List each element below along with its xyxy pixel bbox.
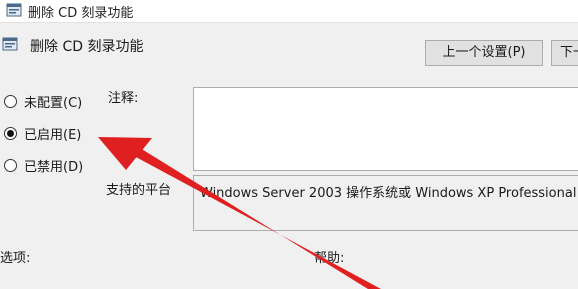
supported-on-value: Windows Server 2003 操作系统或 Windows XP Pro… xyxy=(200,186,577,201)
supported-on-field: Windows Server 2003 操作系统或 Windows XP Pro… xyxy=(193,175,578,231)
policy-setting-icon xyxy=(6,3,22,17)
supported-on-label: 支持的平台 xyxy=(106,183,172,198)
radio-circle-checked[interactable] xyxy=(4,127,17,140)
radio-label: 已禁用(D) xyxy=(24,160,84,175)
radio-circle[interactable] xyxy=(4,95,17,108)
radio-label: 未配置(C) xyxy=(24,96,83,111)
previous-setting-button[interactable]: 上一个设置(P) xyxy=(425,40,543,66)
options-label: 选项: xyxy=(0,251,31,266)
policy-setting-icon xyxy=(2,37,18,51)
comment-textarea[interactable] xyxy=(193,87,578,171)
window-titlebar: 删除 CD 刻录功能 xyxy=(0,0,578,23)
help-label: 帮助: xyxy=(314,251,345,266)
policy-title: 删除 CD 刻录功能 xyxy=(30,39,144,55)
next-setting-button[interactable]: 下一 xyxy=(551,40,578,66)
comment-label: 注释: xyxy=(108,91,139,106)
window-title: 删除 CD 刻录功能 xyxy=(28,6,134,21)
radio-label: 已启用(E) xyxy=(24,128,82,143)
radio-circle[interactable] xyxy=(4,159,17,172)
